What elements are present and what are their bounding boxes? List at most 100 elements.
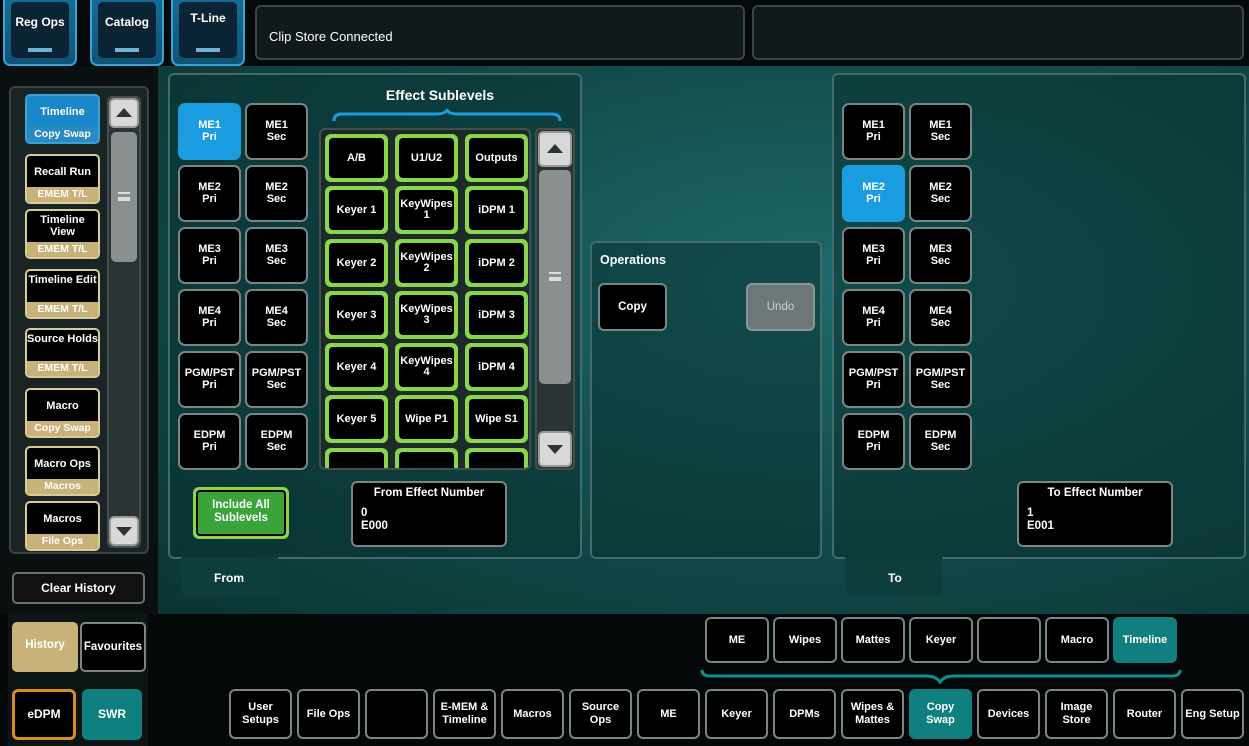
to-edpm-pri-button[interactable]: EDPM Pri [842, 413, 905, 470]
history-item-recall-run[interactable]: Recall Run EMEM T/L [25, 154, 100, 204]
from-effect-number-field[interactable]: From Effect Number 0 E000 [351, 481, 507, 547]
from-me2-sec-button[interactable]: ME2 Sec [245, 165, 308, 222]
sublevels-scrollbar[interactable] [535, 128, 575, 470]
to-me4-sec-button[interactable]: ME4 Sec [909, 289, 972, 346]
sublevel-idpm2-button[interactable]: iDPM 2 [465, 239, 528, 287]
scroll-thumb[interactable] [539, 170, 571, 384]
sub-nav-macro[interactable]: Macro [1045, 617, 1109, 663]
nav-file-ops[interactable]: File Ops [297, 689, 360, 739]
history-item-timeline-view[interactable]: Timeline View EMEM T/L [25, 209, 100, 259]
button-label: ME1 Pri [862, 119, 885, 143]
button-label: KeyWipes 1 [399, 190, 454, 230]
swr-mode-button[interactable]: SWR [82, 689, 142, 740]
nav-keyer[interactable]: Keyer [705, 689, 768, 739]
to-me1-pri-button[interactable]: ME1 Pri [842, 103, 905, 160]
from-me4-sec-button[interactable]: ME4 Sec [245, 289, 308, 346]
from-me4-pri-button[interactable]: ME4 Pri [178, 289, 241, 346]
sub-nav-blank[interactable] [977, 617, 1041, 663]
sublevel-keywipes3-button[interactable]: KeyWipes 3 [395, 291, 458, 339]
to-me2-pri-button[interactable]: ME2 Pri [842, 165, 905, 222]
sublevel-wipe-s1-button[interactable]: Wipe S1 [465, 395, 528, 443]
from-me1-pri-button[interactable]: ME1 Pri [178, 103, 241, 160]
nav-wipes-mattes[interactable]: Wipes & Mattes [841, 689, 904, 739]
sublevel-keyer4-button[interactable]: Keyer 4 [325, 343, 388, 391]
nav-copy-swap[interactable]: Copy Swap [909, 689, 972, 739]
sublevel-keyer1-button[interactable]: Keyer 1 [325, 186, 388, 234]
sub-nav-wipes[interactable]: Wipes [773, 617, 837, 663]
sublevel-idpm4-button[interactable]: iDPM 4 [465, 343, 528, 391]
from-me2-pri-button[interactable]: ME2 Pri [178, 165, 241, 222]
nav-router[interactable]: Router [1113, 689, 1176, 739]
scroll-up-button[interactable] [538, 131, 572, 167]
nav-blank[interactable] [365, 689, 428, 739]
scroll-thumb[interactable] [111, 132, 137, 262]
sublevel-u1u2-button[interactable]: U1/U2 [395, 134, 458, 182]
sublevel-partial-button[interactable] [465, 448, 528, 468]
nav-me[interactable]: ME [637, 689, 700, 739]
sublevel-idpm1-button[interactable]: iDPM 1 [465, 186, 528, 234]
nav-user-setups[interactable]: User Setups [229, 689, 292, 739]
to-me1-sec-button[interactable]: ME1 Sec [909, 103, 972, 160]
sublevel-partial-button[interactable] [395, 448, 458, 468]
edpm-mode-button[interactable]: eDPM [12, 689, 76, 740]
from-pgm-pst-sec-button[interactable]: PGM/PST Sec [245, 351, 308, 408]
nav-devices[interactable]: Devices [977, 689, 1040, 739]
include-all-sublevels-button[interactable]: Include All Sublevels [193, 487, 289, 539]
button-label: iDPM 1 [469, 190, 524, 230]
history-item-source-holds[interactable]: Source Holds EMEM T/L [25, 328, 100, 378]
sublevel-keywipes2-button[interactable]: KeyWipes 2 [395, 239, 458, 287]
to-me3-sec-button[interactable]: ME3 Sec [909, 227, 972, 284]
from-pgm-pst-pri-button[interactable]: PGM/PST Pri [178, 351, 241, 408]
to-edpm-sec-button[interactable]: EDPM Sec [909, 413, 972, 470]
history-item-macro-ops[interactable]: Macro Ops Macros [25, 446, 100, 496]
sublevel-partial-button[interactable] [325, 448, 388, 468]
to-me3-pri-button[interactable]: ME3 Pri [842, 227, 905, 284]
from-edpm-sec-button[interactable]: EDPM Sec [245, 413, 308, 470]
nav-macros[interactable]: Macros [501, 689, 564, 739]
sub-nav-timeline[interactable]: Timeline [1113, 617, 1177, 663]
sub-nav-mattes[interactable]: Mattes [841, 617, 905, 663]
undo-button[interactable]: Undo [746, 283, 815, 331]
sublevel-outputs-button[interactable]: Outputs [465, 134, 528, 182]
from-me3-sec-button[interactable]: ME3 Sec [245, 227, 308, 284]
sublevel-keyer2-button[interactable]: Keyer 2 [325, 239, 388, 287]
to-pgm-pst-pri-button[interactable]: PGM/PST Pri [842, 351, 905, 408]
from-me3-pri-button[interactable]: ME3 Pri [178, 227, 241, 284]
copy-button[interactable]: Copy [598, 283, 667, 331]
sublevel-keywipes4-button[interactable]: KeyWipes 4 [395, 343, 458, 391]
nav-emem-timeline[interactable]: E-MEM & Timeline [433, 689, 496, 739]
scroll-up-button[interactable] [109, 98, 139, 128]
history-item-timeline[interactable]: Timeline Copy Swap [25, 94, 100, 144]
to-effect-number-field[interactable]: To Effect Number 1 E001 [1017, 481, 1173, 547]
nav-eng-setup[interactable]: Eng Setup [1181, 689, 1244, 739]
history-tab[interactable]: History [12, 622, 78, 672]
scroll-down-button[interactable] [109, 516, 139, 546]
tab-t-line[interactable]: T-Line [171, 0, 245, 66]
sublevel-keyer5-button[interactable]: Keyer 5 [325, 395, 388, 443]
scroll-down-button[interactable] [538, 431, 572, 467]
to-me4-pri-button[interactable]: ME4 Pri [842, 289, 905, 346]
to-me2-sec-button[interactable]: ME2 Sec [909, 165, 972, 222]
sublevel-idpm3-button[interactable]: iDPM 3 [465, 291, 528, 339]
to-pgm-pst-sec-button[interactable]: PGM/PST Sec [909, 351, 972, 408]
button-label: EDPM Pri [857, 429, 890, 453]
history-item-timeline-edit[interactable]: Timeline Edit EMEM T/L [25, 269, 100, 319]
nav-image-store[interactable]: Image Store [1045, 689, 1108, 739]
tab-catalog[interactable]: Catalog [90, 0, 164, 66]
from-edpm-pri-button[interactable]: EDPM Pri [178, 413, 241, 470]
sublevel-ab-button[interactable]: A/B [325, 134, 388, 182]
sublevel-keywipes1-button[interactable]: KeyWipes 1 [395, 186, 458, 234]
favourites-tab[interactable]: Favourites [80, 622, 146, 672]
history-item-macro[interactable]: Macro Copy Swap [25, 388, 100, 438]
nav-source-ops[interactable]: Source Ops [569, 689, 632, 739]
nav-dpms[interactable]: DPMs [773, 689, 836, 739]
from-me1-sec-button[interactable]: ME1 Sec [245, 103, 308, 160]
sublevel-keyer3-button[interactable]: Keyer 3 [325, 291, 388, 339]
clear-history-button[interactable]: Clear History [12, 572, 145, 604]
tab-reg-ops[interactable]: Reg Ops [3, 0, 77, 66]
history-scrollbar[interactable] [107, 96, 141, 548]
sub-nav-me[interactable]: ME [705, 617, 769, 663]
history-item-macros[interactable]: Macros File Ops [25, 501, 100, 551]
sublevel-wipe-p1-button[interactable]: Wipe P1 [395, 395, 458, 443]
sub-nav-keyer[interactable]: Keyer [909, 617, 973, 663]
